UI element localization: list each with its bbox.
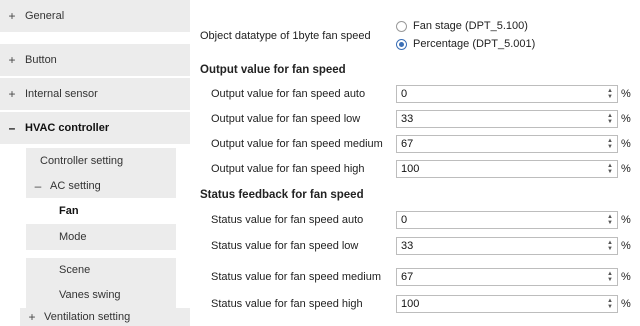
sidebar-item-button[interactable]: + Button [0, 44, 190, 76]
output-low-input[interactable]: 33 ▲ ▼ [396, 110, 618, 128]
sidebar-item-ventilation-setting[interactable]: + Ventilation setting [20, 308, 190, 326]
spinner[interactable]: ▲ ▼ [605, 161, 615, 177]
radio-checked-icon[interactable] [396, 38, 407, 50]
radio-label: Percentage (DPT_5.001) [413, 38, 536, 50]
sidebar-item-label: Internal sensor [25, 88, 98, 100]
parameter-panel: Object datatype of 1byte fan speed Fan s… [190, 0, 640, 326]
expand-icon[interactable]: + [5, 87, 19, 101]
field-value: 0 [401, 88, 408, 100]
param-label: Output value for fan speed high [211, 163, 365, 175]
spin-down-icon[interactable]: ▼ [607, 220, 613, 226]
spin-down-icon[interactable]: ▼ [607, 277, 613, 283]
field-value: 33 [401, 240, 414, 252]
radio-percentage[interactable]: Percentage (DPT_5.001) [396, 38, 535, 50]
spinner[interactable]: ▲ ▼ [605, 136, 615, 152]
spinner[interactable]: ▲ ▼ [605, 111, 615, 127]
output-auto-input[interactable]: 0 ▲ ▼ [396, 85, 618, 103]
field-value: 100 [401, 163, 420, 175]
param-label: Status value for fan speed high [211, 298, 363, 310]
status-auto-input[interactable]: 0 ▲ ▼ [396, 211, 618, 229]
expand-icon[interactable]: + [5, 9, 19, 23]
collapse-icon[interactable]: – [5, 121, 19, 135]
unit-label: % [621, 298, 631, 310]
sidebar-item-label: Vanes swing [59, 289, 121, 301]
param-label: Output value for fan speed medium [211, 138, 383, 150]
field-value: 67 [401, 271, 414, 283]
sidebar-item-vanes-swing[interactable]: Vanes swing [26, 282, 176, 308]
spinner[interactable]: ▲ ▼ [605, 296, 615, 312]
section-title-output: Output value for fan speed [200, 64, 346, 76]
output-high-input[interactable]: 100 ▲ ▼ [396, 160, 618, 178]
radio-fan-stage[interactable]: Fan stage (DPT_5.100) [396, 20, 528, 32]
spin-down-icon[interactable]: ▼ [607, 169, 613, 175]
unit-label: % [621, 163, 631, 175]
radio-unchecked-icon[interactable] [396, 20, 407, 32]
spinner[interactable]: ▲ ▼ [605, 212, 615, 228]
section-title-status: Status feedback for fan speed [200, 189, 364, 201]
sidebar-item-mode[interactable]: Mode [26, 224, 176, 250]
unit-label: % [621, 214, 631, 226]
expand-icon[interactable]: + [5, 53, 19, 67]
field-value: 67 [401, 138, 414, 150]
unit-label: % [621, 113, 631, 125]
unit-label: % [621, 138, 631, 150]
spinner[interactable]: ▲ ▼ [605, 86, 615, 102]
spinner[interactable]: ▲ ▼ [605, 238, 615, 254]
sidebar-item-label: AC setting [50, 180, 101, 192]
datatype-label: Object datatype of 1byte fan speed [200, 30, 371, 42]
sidebar-item-internal-sensor[interactable]: + Internal sensor [0, 78, 190, 110]
unit-label: % [621, 271, 631, 283]
sidebar-item-label: Fan [59, 205, 79, 217]
radio-label: Fan stage (DPT_5.100) [413, 20, 528, 32]
param-label: Status value for fan speed medium [211, 271, 381, 283]
collapse-icon[interactable]: – [32, 179, 44, 193]
spin-down-icon[interactable]: ▼ [607, 304, 613, 310]
sidebar-item-general[interactable]: + General [0, 0, 190, 32]
sidebar: + General + Button + Internal sensor – H… [0, 0, 190, 326]
unit-label: % [621, 88, 631, 100]
spin-down-icon[interactable]: ▼ [607, 94, 613, 100]
param-label: Output value for fan speed low [211, 113, 361, 125]
sidebar-item-label: Controller setting [40, 155, 124, 167]
status-high-input[interactable]: 100 ▲ ▼ [396, 295, 618, 313]
expand-icon[interactable]: + [26, 310, 38, 324]
sidebar-item-label: Scene [59, 264, 91, 276]
spin-down-icon[interactable]: ▼ [607, 246, 613, 252]
spinner[interactable]: ▲ ▼ [605, 269, 615, 285]
sidebar-item-label: Button [25, 54, 57, 66]
unit-label: % [621, 240, 631, 252]
param-label: Status value for fan speed auto [211, 214, 364, 226]
sidebar-item-controller-setting[interactable]: Controller setting [26, 148, 176, 174]
spin-down-icon[interactable]: ▼ [607, 144, 613, 150]
spin-down-icon[interactable]: ▼ [607, 119, 613, 125]
field-value: 33 [401, 113, 414, 125]
param-label: Status value for fan speed low [211, 240, 359, 252]
sidebar-item-hvac-controller[interactable]: – HVAC controller [0, 112, 190, 144]
sidebar-item-ac-setting[interactable]: – AC setting [26, 174, 176, 198]
param-label: Output value for fan speed auto [211, 88, 366, 100]
field-value: 0 [401, 214, 408, 226]
sidebar-item-label: Ventilation setting [44, 311, 131, 323]
output-medium-input[interactable]: 67 ▲ ▼ [396, 135, 618, 153]
sidebar-item-scene[interactable]: Scene [26, 258, 176, 282]
sidebar-item-label: General [25, 10, 65, 22]
sidebar-item-label: HVAC controller [25, 122, 110, 134]
sidebar-item-fan[interactable]: Fan [26, 199, 190, 223]
sidebar-item-label: Mode [59, 231, 87, 243]
status-medium-input[interactable]: 67 ▲ ▼ [396, 268, 618, 286]
status-low-input[interactable]: 33 ▲ ▼ [396, 237, 618, 255]
field-value: 100 [401, 298, 420, 310]
